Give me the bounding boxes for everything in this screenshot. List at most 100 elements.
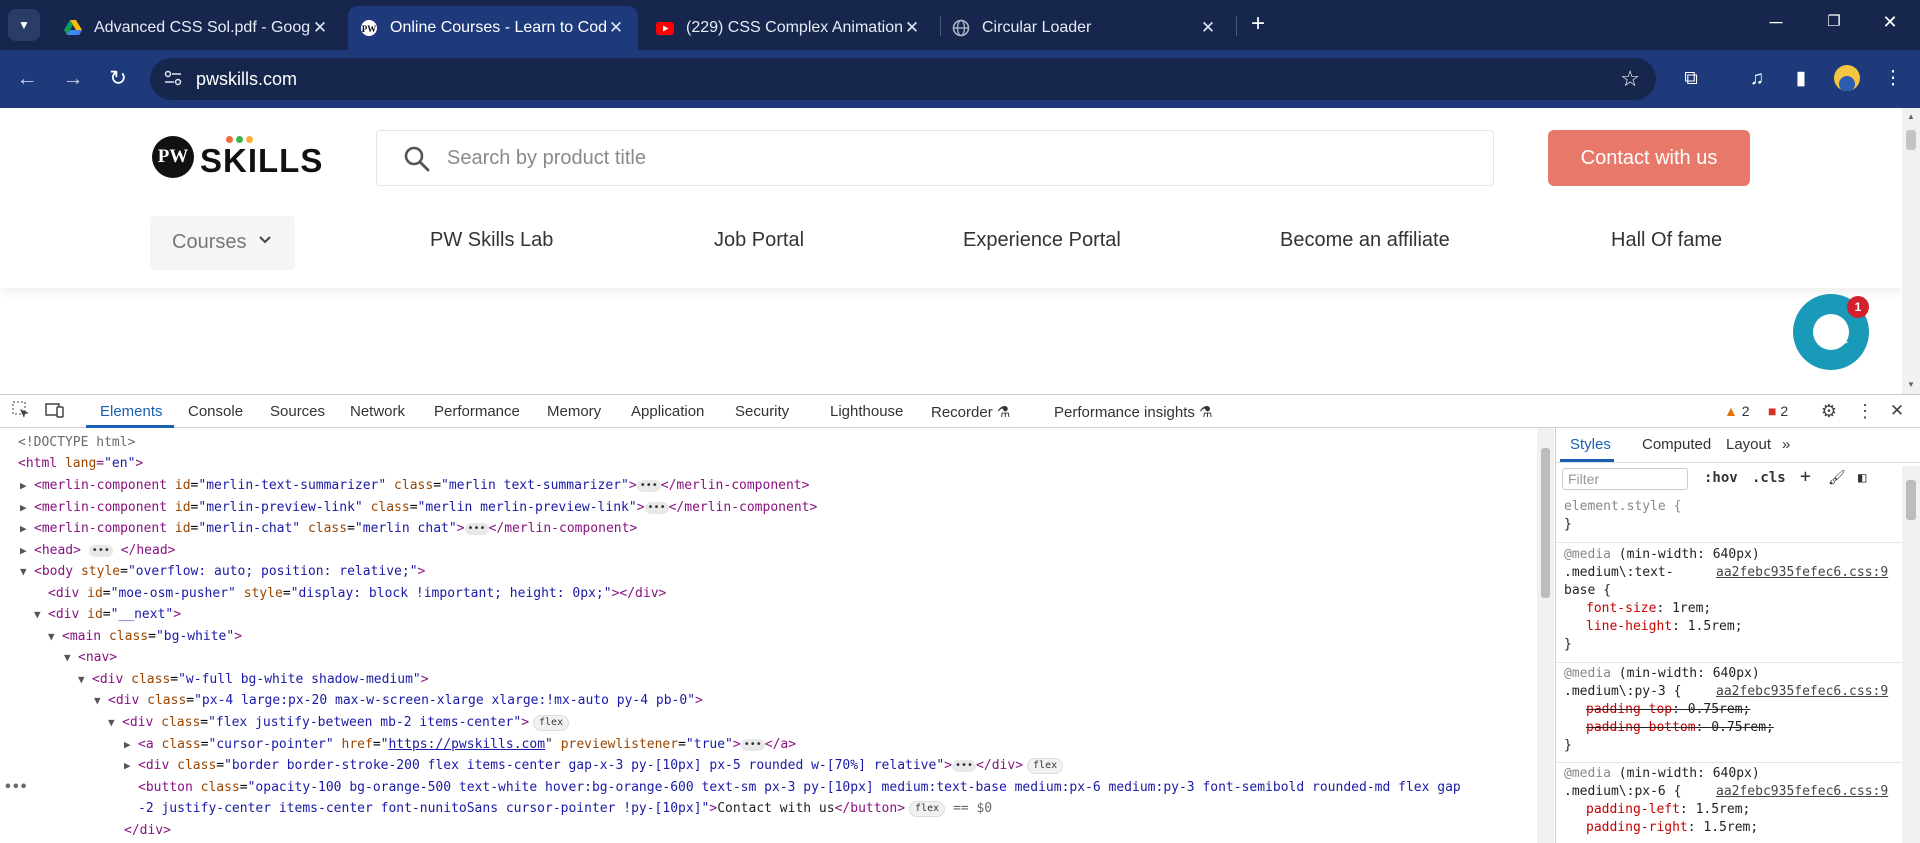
collapse-arrow-icon[interactable]: ▼	[48, 626, 62, 647]
devtools-menu-icon[interactable]: ⋮	[1854, 401, 1876, 423]
media-controls-icon[interactable]: ♫	[1742, 64, 1772, 94]
tab-search-dropdown[interactable]: ▼	[8, 9, 40, 41]
tab-computed[interactable]: Computed	[1642, 436, 1711, 453]
css-value[interactable]: 1.5rem;	[1688, 619, 1743, 634]
css-property[interactable]: line-height	[1586, 619, 1672, 634]
tab-recorder[interactable]: Recorder ⚗	[931, 403, 1010, 421]
extensions-icon[interactable]: ⧉	[1676, 64, 1706, 94]
dom-px-div[interactable]: ▼ <div class="px-4 large:px-20 max-w-scre…	[94, 690, 703, 711]
restore-button[interactable]: ❐	[1820, 12, 1848, 38]
source-link[interactable]: aa2febc935fefec6.css:9	[1716, 783, 1888, 801]
tab-security[interactable]: Security	[735, 403, 789, 420]
reload-button[interactable]: ↻	[103, 64, 133, 94]
dom-border-div[interactable]: ▶ <div class="border border-stroke-200 fl…	[124, 755, 1064, 776]
styles-filter-input[interactable]: Filter	[1562, 468, 1688, 490]
scroll-up-icon[interactable]: ▲	[1906, 112, 1916, 121]
href-link[interactable]: https://pwskills.com	[388, 737, 545, 752]
address-bar[interactable]: pwskills.com ☆	[150, 58, 1656, 100]
new-rule-plus-icon[interactable]: +	[1800, 466, 1811, 487]
expand-arrow-icon[interactable]: ▶	[20, 518, 34, 539]
bookmark-star-icon[interactable]: ☆	[1620, 66, 1640, 92]
tab-lighthouse[interactable]: Lighthouse	[830, 403, 903, 420]
new-tab-button[interactable]: +	[1244, 10, 1272, 38]
tab-elements[interactable]: Elements	[100, 403, 163, 420]
scrollbar-thumb[interactable]	[1906, 130, 1916, 150]
tab-memory[interactable]: Memory	[547, 403, 601, 420]
tab-online-courses[interactable]: PW Online Courses - Learn to Code ✕	[348, 6, 638, 50]
pw-skills-logo[interactable]: PW SKILLS	[152, 132, 322, 182]
tab-layout[interactable]: Layout	[1726, 436, 1771, 453]
page-scrollbar[interactable]: ▲ ▼	[1902, 108, 1920, 394]
expand-arrow-icon[interactable]: ▶	[124, 755, 138, 776]
scrollbar-thumb[interactable]	[1906, 480, 1916, 520]
ellipsis-icon[interactable]: •••	[952, 759, 977, 772]
css-property[interactable]: font-size	[1586, 601, 1656, 616]
site-info-icon[interactable]	[164, 70, 184, 88]
collapse-arrow-icon[interactable]: ▼	[34, 604, 48, 625]
css-property[interactable]: padding-bottom	[1586, 720, 1696, 735]
back-button[interactable]: ←	[12, 64, 42, 94]
flex-badge[interactable]: flex	[533, 714, 570, 731]
errors-counter[interactable]: ■ 2	[1768, 403, 1788, 419]
dom-html[interactable]: <html lang="en">	[18, 453, 143, 474]
settings-gear-icon[interactable]: ⚙	[1818, 401, 1840, 423]
css-property[interactable]: padding-left	[1586, 802, 1680, 817]
scroll-down-icon[interactable]: ▼	[1906, 380, 1916, 389]
dom-head[interactable]: ▶ <head> ••• </head>	[20, 540, 175, 561]
chat-widget-button[interactable]: 1	[1793, 294, 1869, 370]
nav-experience-portal[interactable]: Experience Portal	[963, 229, 1121, 252]
tab-console[interactable]: Console	[188, 403, 243, 420]
close-tab-icon[interactable]: ✕	[902, 18, 922, 38]
dom-moe-osm-pusher[interactable]: <div id="moe-osm-pusher" style="display:…	[48, 583, 666, 604]
courses-dropdown[interactable]: Courses	[150, 216, 295, 270]
scrollbar-thumb[interactable]	[1541, 448, 1550, 598]
elements-scrollbar[interactable]	[1537, 428, 1554, 843]
css-value[interactable]: 0.75rem;	[1711, 720, 1774, 735]
close-devtools-icon[interactable]: ✕	[1886, 401, 1908, 423]
tab-advanced-css[interactable]: Advanced CSS Sol.pdf - Google ✕	[52, 6, 342, 50]
dom-merlin-chat[interactable]: ▶ <merlin-component id="merlin-chat" clas…	[20, 518, 637, 539]
ellipsis-icon[interactable]: •••	[644, 501, 669, 514]
styles-scrollbar[interactable]	[1902, 466, 1920, 843]
ellipsis-icon[interactable]: •••	[636, 479, 661, 492]
dom-main[interactable]: ▼ <main class="bg-white">	[48, 626, 242, 647]
nav-pw-skills-lab[interactable]: PW Skills Lab	[430, 229, 553, 252]
tab-styles[interactable]: Styles	[1570, 436, 1611, 453]
css-value[interactable]: 1.5rem;	[1696, 802, 1751, 817]
ellipsis-icon[interactable]: •••	[740, 738, 765, 751]
collapse-arrow-icon[interactable]: ▼	[20, 561, 34, 582]
dom-close-div[interactable]: </div>	[124, 820, 171, 841]
css-value[interactable]: 1rem;	[1672, 601, 1711, 616]
forward-button[interactable]: →	[58, 64, 88, 94]
dom-body[interactable]: ▼ <body style="overflow: auto; position: …	[20, 561, 425, 582]
flex-badge[interactable]: flex	[909, 800, 946, 817]
nav-become-affiliate[interactable]: Become an affiliate	[1280, 229, 1450, 252]
tab-circular-loader[interactable]: Circular Loader ✕	[940, 6, 1230, 50]
dom-next[interactable]: ▼ <div id="__next">	[34, 604, 181, 625]
dom-nav[interactable]: ▼ <nav>	[64, 647, 117, 668]
cls-toggle[interactable]: .cls	[1752, 470, 1786, 486]
dom-selected-button[interactable]: <button class="opacity-100 bg-orange-500…	[138, 777, 1461, 798]
minimize-button[interactable]: ─	[1762, 12, 1790, 38]
source-link[interactable]: aa2febc935fefec6.css:9	[1716, 564, 1888, 582]
warnings-counter[interactable]: ▲ 2	[1724, 403, 1750, 419]
tab-performance[interactable]: Performance	[434, 403, 520, 420]
tab-network[interactable]: Network	[350, 403, 405, 420]
dom-merlin-text-summarizer[interactable]: ▶ <merlin-component id="merlin-text-summa…	[20, 475, 809, 496]
node-actions-icon[interactable]: •••	[4, 777, 27, 798]
source-link[interactable]: aa2febc935fefec6.css:9	[1716, 683, 1888, 701]
ellipsis-icon[interactable]: •••	[88, 544, 113, 557]
contact-button[interactable]: Contact with us	[1548, 130, 1750, 186]
close-tab-icon[interactable]: ✕	[310, 18, 330, 38]
collapse-arrow-icon[interactable]: ▼	[108, 712, 122, 733]
search-input[interactable]: Search by product title	[376, 130, 1494, 186]
nav-hall-of-fame[interactable]: Hall Of fame	[1611, 229, 1722, 252]
profile-avatar[interactable]	[1834, 65, 1860, 91]
css-property[interactable]: padding-right	[1586, 820, 1688, 835]
device-toolbar-icon[interactable]	[44, 401, 66, 423]
dom-nav-div[interactable]: ▼ <div class="w-full bg-white shadow-medi…	[78, 669, 429, 690]
expand-arrow-icon[interactable]: ▶	[124, 734, 138, 755]
expand-arrow-icon[interactable]: ▶	[20, 475, 34, 496]
tab-performance-insights[interactable]: Performance insights ⚗	[1054, 403, 1213, 421]
dom-merlin-preview-link[interactable]: ▶ <merlin-component id="merlin-preview-li…	[20, 497, 817, 518]
